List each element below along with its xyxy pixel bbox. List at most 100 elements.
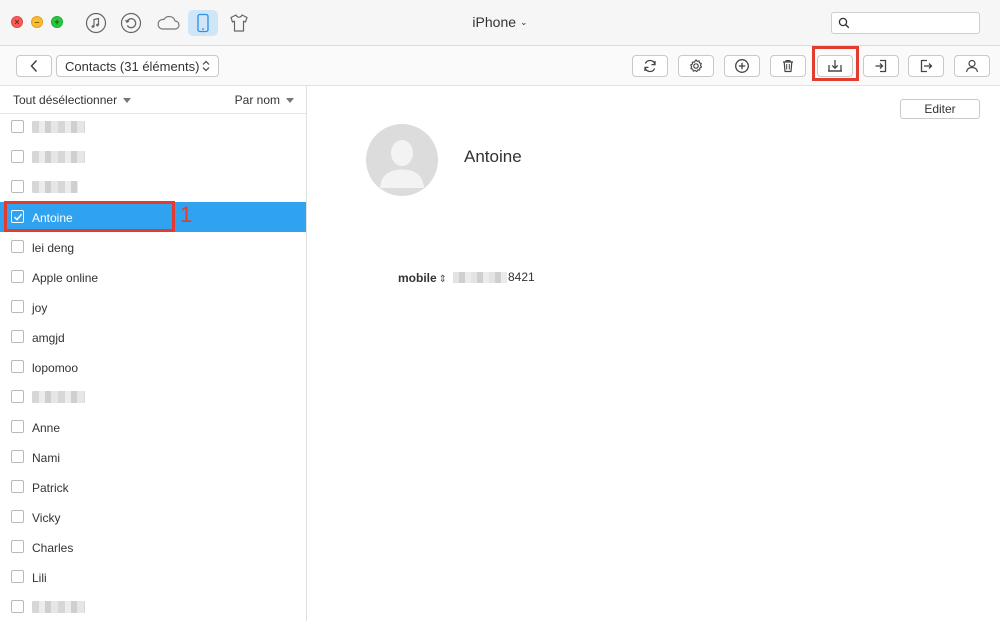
cloud-icon	[157, 15, 180, 30]
contact-checkbox[interactable]	[11, 420, 24, 433]
contact-checkbox[interactable]	[11, 300, 24, 313]
contact-row[interactable]: lopomoo	[0, 352, 306, 382]
contact-checkbox[interactable]	[11, 480, 24, 493]
contact-name-label: lei deng	[32, 241, 75, 255]
person-silhouette-icon	[380, 140, 424, 188]
contact-checkbox[interactable]	[11, 600, 24, 613]
contact-row[interactable]	[0, 382, 306, 412]
search-input[interactable]	[854, 15, 974, 31]
contact-checkbox[interactable]	[11, 270, 24, 283]
redacted-digits	[453, 271, 507, 283]
minimize-window-button[interactable]: –	[31, 16, 43, 28]
music-tab[interactable]	[81, 10, 111, 36]
search-icon	[838, 17, 850, 29]
close-window-button[interactable]: ×	[11, 16, 23, 28]
contact-row[interactable]	[0, 142, 306, 172]
refresh-button[interactable]	[632, 55, 668, 77]
contact-row[interactable]: Lili	[0, 562, 306, 592]
contact-row[interactable]: joy	[0, 292, 306, 322]
contact-list-panel: Tout désélectionner Par nom Antoine lei d…	[0, 86, 307, 621]
music-note-icon	[85, 12, 107, 34]
contact-rows: Antoine lei deng Apple online joy amgjd lopom…	[0, 112, 306, 621]
contact-checkbox[interactable]	[11, 240, 24, 253]
redacted-contact-name	[32, 181, 78, 193]
add-contact-button[interactable]	[724, 55, 760, 77]
contact-row[interactable]: Nami	[0, 442, 306, 472]
contact-name-label: Lili	[32, 571, 47, 585]
contact-name-label: joy	[32, 301, 48, 315]
sort-selector[interactable]: Par nom	[235, 93, 294, 107]
device-name: iPhone	[472, 14, 517, 30]
import-icon	[875, 59, 887, 73]
sort-label: Par nom	[234, 93, 280, 107]
contact-row[interactable]	[0, 112, 306, 142]
contact-name-label: amgjd	[32, 331, 65, 345]
contact-row[interactable]: lei deng	[0, 232, 306, 262]
deselect-all-label: Tout désélectionner	[13, 93, 118, 107]
contact-checkbox[interactable]	[11, 120, 24, 133]
maximize-window-button[interactable]: +	[51, 16, 63, 28]
contact-checkbox[interactable]	[11, 150, 24, 163]
contact-name-label: Patrick	[32, 481, 69, 495]
device-selector[interactable]: iPhone ⌄	[460, 14, 540, 30]
contact-row[interactable]: Vicky	[0, 502, 306, 532]
up-down-chevron-icon	[202, 60, 210, 72]
contact-row[interactable]: Anne	[0, 412, 306, 442]
contact-name-label: Charles	[32, 541, 74, 555]
contact-checkbox[interactable]	[11, 540, 24, 553]
device-tab[interactable]	[188, 10, 218, 36]
import-button[interactable]	[863, 55, 899, 77]
redacted-contact-name	[32, 601, 85, 613]
contact-checkbox[interactable]	[11, 390, 24, 403]
contact-row[interactable]	[0, 592, 306, 621]
contact-checkbox[interactable]	[11, 180, 24, 193]
highlight-box-2	[812, 46, 859, 81]
category-select-label: Contacts (31 éléments)	[65, 58, 200, 74]
search-box[interactable]	[831, 12, 980, 34]
contact-checkbox[interactable]	[11, 360, 24, 373]
backup-history-tab[interactable]	[116, 10, 146, 36]
edit-button[interactable]: Editer	[900, 99, 980, 119]
contact-button[interactable]	[954, 55, 990, 77]
phone-number: 8421	[453, 270, 535, 284]
contact-row[interactable]	[0, 172, 306, 202]
deselect-all-toggle[interactable]: Tout désélectionner	[13, 93, 132, 107]
annotation-number-1: 1	[180, 202, 193, 227]
phone-label: mobile	[398, 271, 437, 285]
phone-label-select[interactable]: mobile ⇕	[398, 271, 447, 285]
contact-checkbox[interactable]	[11, 450, 24, 463]
list-header: Tout désélectionner Par nom	[0, 86, 306, 114]
contact-name-label: lopomoo	[32, 361, 79, 375]
category-select[interactable]: Contacts (31 éléments)	[56, 55, 219, 77]
icloud-tab[interactable]	[153, 10, 183, 36]
history-icon	[120, 12, 142, 34]
avatar	[366, 124, 438, 196]
contact-checkbox[interactable]	[11, 510, 24, 523]
title-bar: × – + iPhone ⌄	[0, 0, 1000, 46]
contact-row[interactable]: amgjd	[0, 322, 306, 352]
export-button[interactable]	[908, 55, 944, 77]
export-icon	[920, 59, 933, 73]
contact-row[interactable]: Apple online	[0, 262, 306, 292]
redacted-contact-name	[32, 121, 85, 133]
up-down-chevron-icon: ⇕	[438, 274, 448, 285]
contact-name-label: Vicky	[32, 511, 61, 525]
delete-button[interactable]	[770, 55, 806, 77]
settings-button[interactable]	[678, 55, 714, 77]
chevron-down-icon: ⌄	[520, 17, 528, 27]
contact-name-label: Nami	[32, 451, 61, 465]
add-icon	[735, 59, 749, 73]
refresh-icon	[644, 59, 656, 73]
contact-row[interactable]: Patrick	[0, 472, 306, 502]
caret-down-icon	[286, 98, 294, 103]
contact-checkbox[interactable]	[11, 570, 24, 583]
back-button[interactable]	[16, 55, 52, 77]
toolkit-tab[interactable]	[224, 10, 254, 36]
highlight-box-1	[4, 201, 175, 232]
contact-checkbox[interactable]	[11, 330, 24, 343]
contact-icon	[965, 59, 979, 73]
redacted-contact-name	[32, 391, 85, 403]
contact-row[interactable]: Charles	[0, 532, 306, 562]
contact-name: Antoine	[464, 147, 522, 166]
settings-icon	[690, 59, 703, 73]
